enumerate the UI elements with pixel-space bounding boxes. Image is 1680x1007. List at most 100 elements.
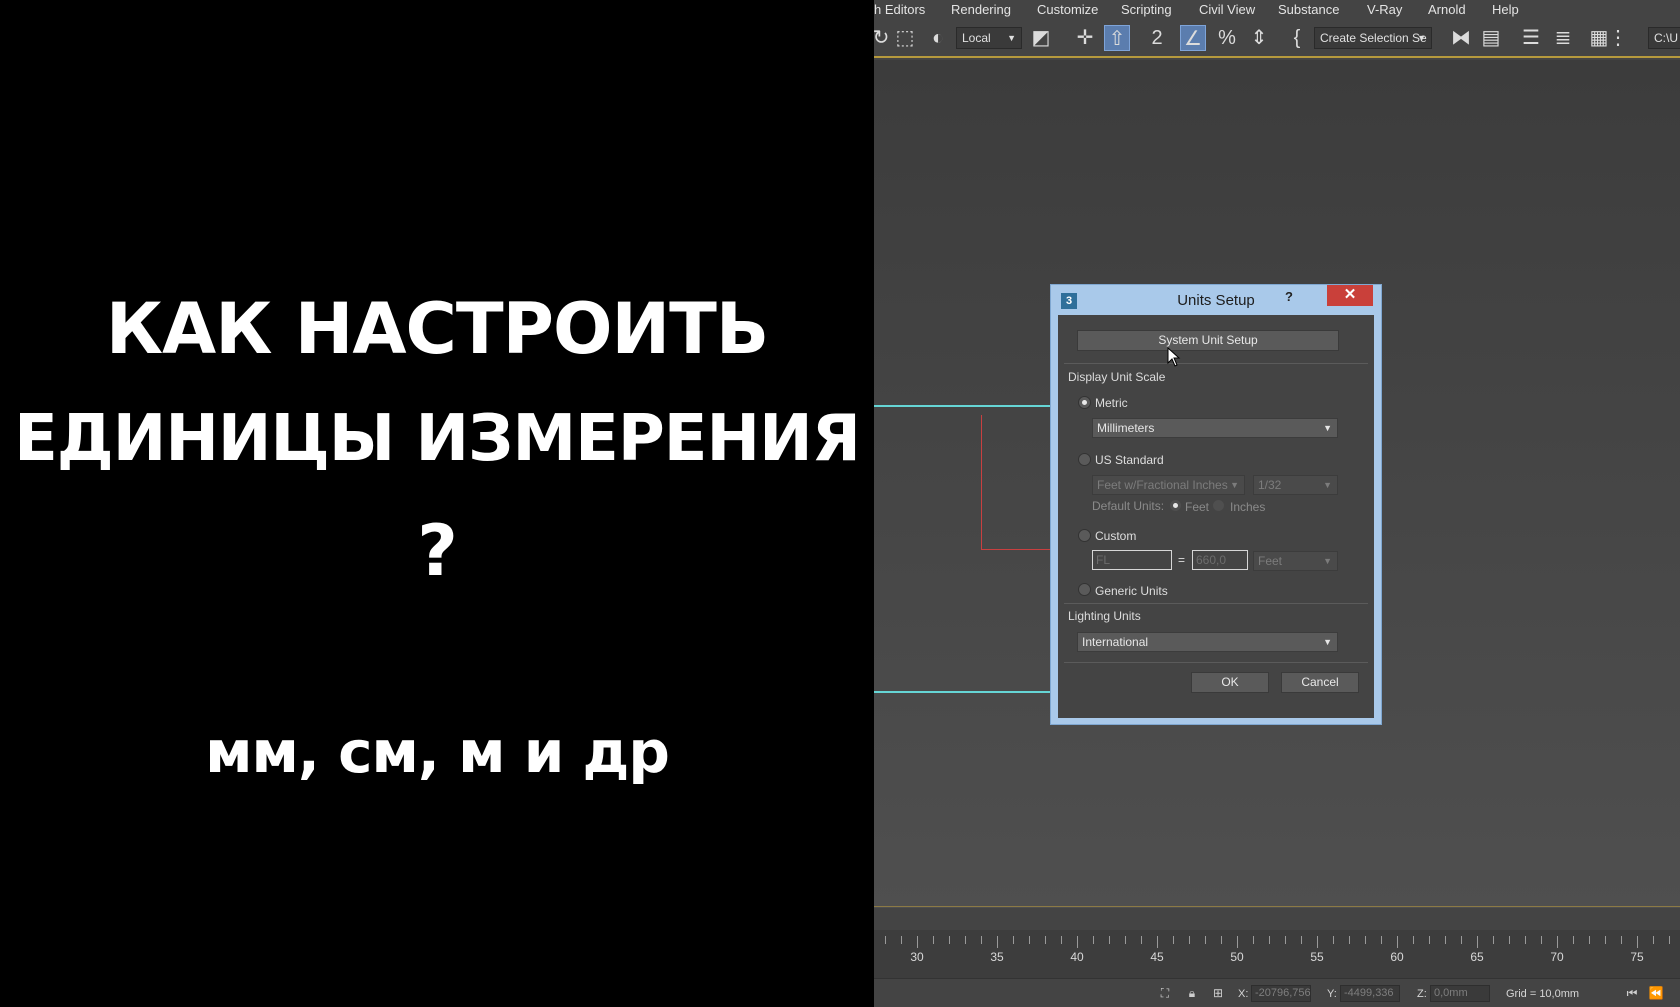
mirror-icon[interactable]: ⧓ <box>1448 25 1474 51</box>
menu-customize[interactable]: Customize <box>1037 2 1098 17</box>
timeline-tick <box>1653 936 1654 944</box>
lighting-units-label: Lighting Units <box>1068 609 1141 623</box>
custom-label: Custom <box>1095 529 1137 543</box>
timeline-tick <box>1397 936 1398 948</box>
timeline-frame-label: 40 <box>1070 950 1084 964</box>
cancel-button[interactable]: Cancel <box>1281 672 1359 693</box>
metric-radio[interactable] <box>1078 396 1091 409</box>
custom-radio[interactable] <box>1078 529 1091 542</box>
lighting-units-dropdown[interactable]: International ▼ <box>1077 632 1338 652</box>
timeline-frame-label: 30 <box>910 950 924 964</box>
custom-unit-name-input[interactable]: FL <box>1092 550 1172 570</box>
metric-units-value: Millimeters <box>1097 421 1155 435</box>
previous-frame-icon[interactable]: ⏪ <box>1648 985 1664 1001</box>
custom-unit-amount-input[interactable]: 660,0 <box>1192 550 1248 570</box>
rotate-icon[interactable]: ↻ <box>874 25 894 51</box>
metric-units-dropdown[interactable]: Millimeters ▼ <box>1092 418 1338 438</box>
timeline-tick <box>1541 936 1542 944</box>
timeline-tick <box>917 936 918 948</box>
timeline-tick <box>1029 936 1030 944</box>
x-coordinate-label: X: <box>1238 988 1249 1000</box>
timeline-tick <box>981 936 982 944</box>
default-inches-label: Inches <box>1230 500 1266 514</box>
menu-arnold[interactable]: Arnold <box>1428 2 1466 17</box>
timeline-frame-label: 45 <box>1150 950 1164 964</box>
chevron-down-icon: ▼ <box>1230 480 1239 490</box>
edit-named-selection-icon[interactable]: { <box>1284 25 1310 51</box>
menu-scripting[interactable]: Scripting <box>1121 2 1172 17</box>
menu-editors[interactable]: h Editors <box>874 2 925 17</box>
place-icon[interactable]: ◐ <box>925 25 951 51</box>
absolute-mode-icon[interactable]: ⊞ <box>1210 985 1226 1001</box>
timeline-tick <box>1077 936 1078 948</box>
menu-substance[interactable]: Substance <box>1278 2 1339 17</box>
help-button[interactable]: ? <box>1279 289 1299 307</box>
timeline-tick <box>1461 936 1462 944</box>
section-divider <box>1064 603 1368 604</box>
lighting-units-value: International <box>1082 635 1149 649</box>
dialog-body: System Unit Setup Display Unit Scale Met… <box>1058 315 1374 718</box>
us-fraction-dropdown[interactable]: 1/32 ▼ <box>1253 475 1338 495</box>
timeline-tick <box>949 936 950 944</box>
timeline-tick <box>1477 936 1478 948</box>
y-coordinate-field[interactable]: -4499,336 <box>1340 985 1400 1002</box>
timeline-tick <box>1525 936 1526 944</box>
timeline-tick <box>1157 936 1158 948</box>
us-standard-radio[interactable] <box>1078 453 1091 466</box>
timeline-frame-label: 70 <box>1550 950 1564 964</box>
percent-snap-icon[interactable]: % <box>1214 25 1240 51</box>
timeline-tick <box>1349 936 1350 944</box>
selection-lock-icon[interactable]: 🔒︎ <box>1184 985 1200 1001</box>
timeline-tick <box>1253 936 1254 944</box>
timeline-tick <box>1621 936 1622 944</box>
chevron-down-icon: ▼ <box>1417 33 1426 43</box>
grid-size-readout: Grid = 10,0mm <box>1506 988 1580 1000</box>
display-unit-scale-label: Display Unit Scale <box>1068 370 1166 384</box>
metric-label: Metric <box>1095 396 1128 410</box>
angle-snap-toggle-icon[interactable]: ∠ <box>1180 25 1206 51</box>
select-scale-icon[interactable]: ⬚ <box>892 25 918 51</box>
time-slider-track[interactable]: 30 35 40 45 50 55 60 65 70 75 <box>874 930 1680 978</box>
snaps-toggle-icon[interactable]: 2 <box>1144 25 1170 51</box>
timeline-tick <box>1141 936 1142 944</box>
keyboard-shortcut-override-icon[interactable]: ⇧ <box>1104 25 1130 51</box>
timeline-frame-label: 65 <box>1470 950 1484 964</box>
default-feet-radio[interactable] <box>1169 499 1182 512</box>
layer-explorer-icon[interactable]: ≣ <box>1550 25 1576 51</box>
align-icon[interactable]: ▤ <box>1478 25 1504 51</box>
close-button[interactable]: ✕ <box>1327 285 1373 306</box>
ok-button[interactable]: OK <box>1191 672 1269 693</box>
us-units-dropdown[interactable]: Feet w/Fractional Inches ▼ <box>1092 475 1245 495</box>
z-coordinate-field[interactable]: 0,0mm <box>1430 985 1490 1002</box>
timeline-tick <box>1221 936 1222 944</box>
select-manipulate-icon[interactable]: ✛ <box>1072 25 1098 51</box>
timeline-tick <box>1413 936 1414 944</box>
scene-explorer-icon[interactable]: ☰ <box>1518 25 1544 51</box>
pivot-center-icon[interactable]: ◩ <box>1028 25 1054 51</box>
x-coordinate-field[interactable]: -20796,756 <box>1251 985 1311 1002</box>
menu-help[interactable]: Help <box>1492 2 1519 17</box>
chevron-down-icon: ▼ <box>1323 637 1332 647</box>
generic-units-radio[interactable] <box>1078 583 1091 596</box>
timeline-tick <box>1509 936 1510 944</box>
dialog-title-bar[interactable]: 3 Units Setup ? ✕ <box>1051 285 1381 315</box>
isolate-selection-icon[interactable]: ⛶ <box>1157 985 1173 1001</box>
go-to-start-icon[interactable]: ⏮ <box>1624 985 1640 1001</box>
spinner-snap-icon[interactable]: ⇕ <box>1246 25 1272 51</box>
reference-coordinate-dropdown[interactable]: Local ▼ <box>956 27 1022 49</box>
timeline-frame-label: 75 <box>1630 950 1644 964</box>
timeline-tick <box>1173 936 1174 944</box>
timeline-tick <box>1285 936 1286 944</box>
named-selection-set-dropdown[interactable]: Create Selection Se ▼ <box>1314 27 1432 49</box>
timeline-frame-label: 55 <box>1310 950 1324 964</box>
default-inches-radio[interactable] <box>1212 499 1225 512</box>
section-divider <box>1064 662 1368 663</box>
overlay-title-line-2: ЕДИНИЦЫ ИЗМЕРЕНИЯ <box>14 402 861 476</box>
system-unit-setup-button[interactable]: System Unit Setup <box>1077 330 1339 351</box>
menu-civil-view[interactable]: Civil View <box>1199 2 1255 17</box>
menu-vray[interactable]: V-Ray <box>1367 2 1402 17</box>
menu-rendering[interactable]: Rendering <box>951 2 1011 17</box>
timeline-tick <box>1237 936 1238 948</box>
project-path-field[interactable]: C:\U <box>1648 27 1680 49</box>
custom-unit-dropdown[interactable]: Feet ▼ <box>1253 551 1338 571</box>
